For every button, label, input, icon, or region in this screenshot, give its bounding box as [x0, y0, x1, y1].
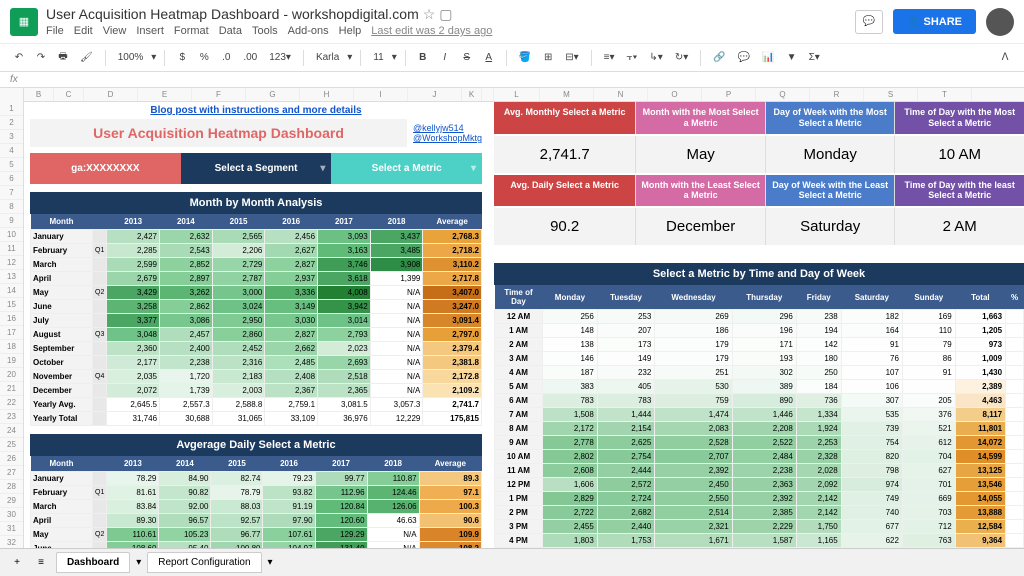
toolbar: ↶ ↷ 🖶 🖌 100%▾ $ % .0 .00 123▾ Karla▾ 11▾… — [0, 44, 1024, 72]
daily-avg-header: Avgerage Daily Select a Metric — [30, 434, 482, 456]
sheets-logo: ▦ — [10, 8, 38, 36]
share-button[interactable]: 👤 SHARE — [893, 9, 976, 34]
avatar[interactable] — [986, 8, 1014, 36]
ga-selector[interactable]: ga:XXXXXXXX — [30, 153, 181, 184]
summary-header: Month with the Most Select a Metric — [636, 102, 765, 134]
summary-value: 2,741.7 — [494, 136, 635, 173]
print-button[interactable]: 🖶 — [54, 47, 72, 68]
fx-label: fx — [10, 74, 18, 85]
last-edit[interactable]: Last edit was 2 days ago — [371, 25, 492, 37]
summary-value: May — [636, 136, 765, 173]
summary-header: Month with the Least Select a Metric — [636, 175, 765, 207]
strike-button[interactable]: S — [458, 50, 476, 65]
borders-button[interactable]: ⊞ — [539, 50, 557, 65]
tod-header: Select a Metric by Time and Day of Week — [494, 263, 1024, 285]
menu-view[interactable]: View — [103, 25, 127, 37]
month-analysis-header: Month by Month Analysis — [30, 192, 482, 214]
menu-tools[interactable]: Tools — [252, 25, 278, 37]
twitter-link[interactable]: @WorkshopMktg — [413, 133, 482, 143]
comments-button[interactable]: 💬 — [855, 10, 883, 34]
folder-icon[interactable]: ▢ — [439, 6, 452, 22]
bold-button[interactable]: B — [414, 50, 432, 65]
star-icon[interactable]: ☆ — [423, 6, 436, 22]
text-color-button[interactable]: A — [480, 50, 498, 65]
menu-edit[interactable]: Edit — [74, 25, 93, 37]
summary-header: Time of Day with the least Select a Metr… — [895, 175, 1024, 207]
summary-value: Saturday — [766, 208, 895, 245]
chart-button[interactable]: 📊 — [758, 50, 778, 65]
blog-link[interactable]: Blog post with instructions and more det… — [30, 102, 482, 119]
undo-button[interactable]: ↶ — [10, 50, 28, 65]
menu-help[interactable]: Help — [339, 25, 362, 37]
segment-selector[interactable]: Select a Segment▾ — [181, 153, 332, 184]
summary-header: Avg. Monthly Select a Metric — [494, 102, 635, 134]
tab-dashboard[interactable]: Dashboard — [56, 552, 130, 573]
add-sheet-button[interactable]: + — [8, 555, 26, 570]
chevron-down-icon: ▾ — [471, 163, 476, 174]
summary-value: 2 AM — [895, 208, 1024, 245]
summary-value: 10 AM — [895, 136, 1024, 173]
document-title[interactable]: User Acquisition Heatmap Dashboard - wor… — [46, 6, 847, 23]
metric-selector[interactable]: Select a Metric▾ — [331, 153, 482, 184]
menu-insert[interactable]: Insert — [136, 25, 164, 37]
summary-value: Monday — [766, 136, 895, 173]
tab-report-config[interactable]: Report Configuration — [147, 552, 261, 573]
twitter-link[interactable]: @kellyjw514 — [413, 123, 482, 133]
summary-value: December — [636, 208, 765, 245]
summary-header: Day of Week with the Most Select a Metri… — [766, 102, 895, 134]
menu-data[interactable]: Data — [219, 25, 242, 37]
chevron-down-icon: ▾ — [320, 163, 325, 174]
summary-value: 90.2 — [494, 208, 635, 245]
fill-color-button[interactable]: 🪣 — [515, 50, 535, 65]
redo-button[interactable]: ↷ — [32, 50, 50, 65]
menu-file[interactable]: File — [46, 25, 64, 37]
comment-icon[interactable]: 💬 — [734, 50, 754, 65]
all-sheets-button[interactable]: ≡ — [32, 555, 50, 570]
menu-format[interactable]: Format — [174, 25, 209, 37]
zoom-select[interactable]: 100% — [114, 50, 148, 65]
font-select[interactable]: Karla — [312, 50, 343, 65]
menu-add-ons[interactable]: Add-ons — [288, 25, 329, 37]
dashboard-title: User Acquisition Heatmap Dashboard — [30, 119, 407, 147]
summary-header: Avg. Daily Select a Metric — [494, 175, 635, 207]
italic-button[interactable]: I — [436, 50, 454, 65]
summary-header: Time of Day with the Most Select a Metri… — [895, 102, 1024, 134]
summary-header: Day of Week with the Least Select a Metr… — [766, 175, 895, 207]
font-size[interactable]: 11 — [369, 50, 387, 65]
filter-button[interactable]: ▼ — [783, 50, 801, 65]
link-button[interactable]: 🔗 — [709, 50, 729, 65]
merge-button[interactable]: ⊟▾ — [561, 50, 582, 65]
paint-format-button[interactable]: 🖌 — [76, 50, 97, 65]
